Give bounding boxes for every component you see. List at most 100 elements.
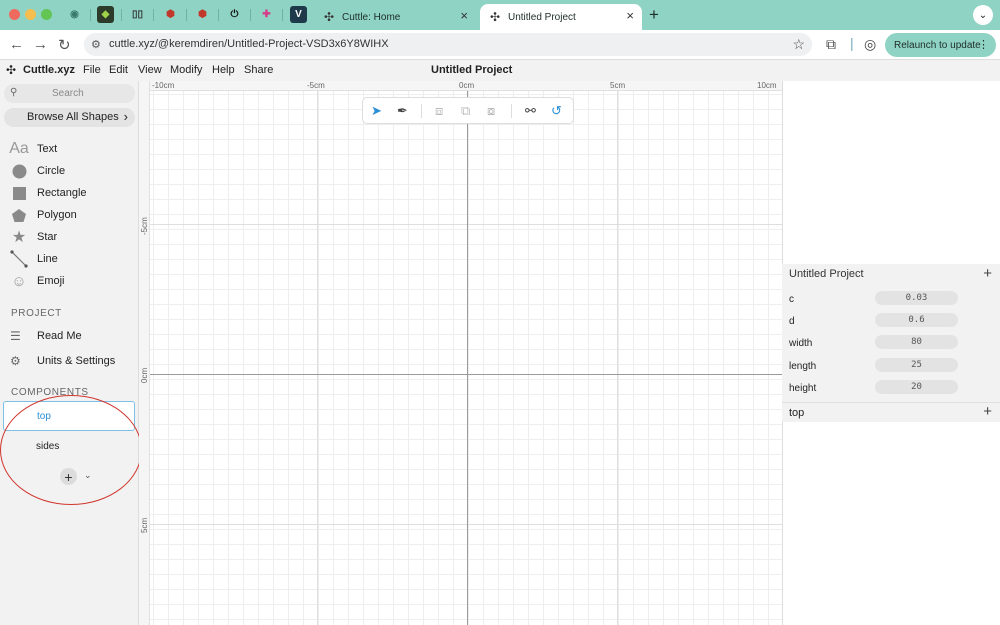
grid-major-line (139, 224, 782, 225)
shape-item-rectangle[interactable]: Rectangle (9, 184, 137, 204)
annotation-ellipse (0, 395, 142, 505)
select-arrow-icon[interactable]: ➤ (371, 103, 382, 119)
cuttle-logo-icon: ✣ (324, 10, 335, 24)
cuttle-logo-icon: ✣ (490, 10, 501, 24)
shape-search-input[interactable]: ⚲ Search (4, 84, 135, 103)
forward-arrow-icon[interactable]: → (33, 36, 48, 53)
param-value-field[interactable]: 0.6 (875, 313, 958, 327)
menu-file[interactable]: File (83, 64, 101, 76)
shape-item-circle[interactable]: Circle (9, 162, 137, 182)
pinned-tab-eye-icon[interactable]: ◉ (66, 6, 83, 23)
parameters-heading: Untitled Project (789, 268, 864, 280)
parameters-panel: Untitled Project + c 0.03 d 0.6 width 80… (782, 264, 1000, 405)
param-row-width: width 80 (789, 335, 994, 355)
shape-item-line[interactable]: Line (9, 250, 137, 270)
param-value-field[interactable]: 25 (875, 358, 958, 372)
ruler-x-label: 10cm (757, 81, 777, 90)
polygon-icon (9, 206, 29, 224)
pinned-tab-power-icon[interactable]: ⏻ (226, 6, 243, 23)
pinned-tab-cube-icon[interactable]: ◆ (97, 6, 114, 23)
tab-cuttle-home[interactable]: ✣ Cuttle: Home × (314, 4, 476, 30)
browse-all-shapes-button[interactable]: Browse All Shapes › (4, 108, 135, 127)
close-window-button[interactable] (9, 9, 20, 20)
back-arrow-icon[interactable]: ← (9, 36, 24, 53)
pinned-tab-dice-icon[interactable]: ⬢ (194, 6, 211, 23)
link-modifier-icon[interactable]: ⚯ (525, 103, 536, 119)
document-title[interactable]: Untitled Project (431, 64, 512, 76)
shape-item-star[interactable]: ★ Star (9, 228, 137, 248)
project-item-units-settings[interactable]: ⚙ Units & Settings (9, 352, 137, 372)
rectangle-icon (9, 184, 29, 202)
browser-menu-icon[interactable]: ⋮ (978, 38, 989, 51)
param-value-field[interactable]: 80 (875, 335, 958, 349)
bookmark-star-icon[interactable]: ☆ (792, 36, 805, 53)
new-tab-button[interactable]: + (649, 5, 659, 25)
design-canvas[interactable] (139, 81, 782, 625)
pen-tool-icon[interactable]: ✒ (397, 103, 408, 119)
project-item-read-me[interactable]: ☰ Read Me (9, 327, 137, 347)
grid-major-line (139, 524, 782, 525)
y-axis-line (467, 81, 468, 625)
tab-untitled-project[interactable]: ✣ Untitled Project × (480, 4, 642, 30)
line-icon (9, 250, 29, 268)
boolean-intersect-icon[interactable]: ⧇ (487, 103, 495, 119)
left-ruler: -5cm 0cm 5cm (139, 81, 150, 625)
ruler-x-label: -10cm (152, 81, 175, 90)
grid-major-line (317, 81, 318, 625)
circle-icon (9, 162, 29, 180)
app-name[interactable]: Cuttle.xyz (23, 64, 75, 76)
readme-icon: ☰ (10, 329, 21, 343)
tab-separator (186, 9, 187, 21)
shape-item-emoji[interactable]: ☺ Emoji (9, 272, 137, 292)
shape-item-polygon[interactable]: Polygon (9, 206, 137, 226)
shape-label: Text (37, 143, 58, 155)
close-tab-icon[interactable]: × (460, 8, 468, 23)
browser-tab-strip: ◉ ◆ ▯▯ ⬢ ⬢ ⏻ ✚ V ✣ Cuttle: Home × ✣ Unti… (0, 0, 1000, 30)
close-tab-icon[interactable]: × (626, 8, 634, 23)
param-name: height (789, 383, 817, 394)
site-settings-icon[interactable]: ⚙ (91, 38, 101, 51)
tab-separator (250, 9, 251, 21)
profile-icon[interactable]: ◎ (864, 36, 876, 53)
menu-view[interactable]: View (138, 64, 162, 76)
menu-share[interactable]: Share (244, 64, 273, 76)
add-parameter-button[interactable]: + (983, 265, 992, 282)
url-text[interactable]: cuttle.xyz/@keremdiren/Untitled-Project-… (109, 38, 389, 50)
ruler-y-label: 0cm (140, 367, 149, 383)
ruler-x-label: 5cm (610, 81, 626, 90)
text-icon: Aa (9, 140, 29, 157)
extensions-puzzle-icon[interactable]: ⧉ (826, 36, 836, 53)
relaunch-to-update-button[interactable]: Relaunch to update ⋮ (885, 33, 996, 57)
tab-search-chevron-icon[interactable]: ⌄ (973, 5, 993, 25)
tab-separator (121, 9, 122, 21)
relaunch-label: Relaunch to update (894, 39, 981, 51)
modifier-tool-icon[interactable]: ↺ (551, 103, 562, 119)
menu-edit[interactable]: Edit (109, 64, 128, 76)
tab-separator (153, 9, 154, 21)
menu-modify[interactable]: Modify (170, 64, 202, 76)
reload-icon[interactable]: ↻ (58, 36, 71, 54)
boolean-subtract-icon[interactable]: ⧉ (461, 103, 470, 119)
pinned-tab-book-icon[interactable]: ▯▯ (129, 6, 146, 23)
param-value-field[interactable]: 0.03 (875, 291, 958, 305)
palette-divider (421, 104, 422, 118)
pinned-tab-puzzle-icon[interactable]: ✚ (258, 6, 275, 23)
param-row-c: c 0.03 (789, 291, 994, 311)
menu-help[interactable]: Help (212, 64, 235, 76)
pinned-tab-v-icon[interactable]: V (290, 6, 307, 23)
param-name: d (789, 316, 795, 327)
address-bar[interactable]: ⚙ cuttle.xyz/@keremdiren/Untitled-Projec… (84, 33, 812, 56)
boolean-union-icon[interactable]: ⧈ (435, 103, 443, 119)
tab-separator (90, 9, 91, 21)
add-component-parameter-button[interactable]: + (983, 403, 992, 420)
minimize-window-button[interactable] (25, 9, 36, 20)
shape-label: Polygon (37, 209, 77, 221)
shape-item-text[interactable]: Aa Text (9, 140, 137, 160)
param-value-field[interactable]: 20 (875, 380, 958, 394)
param-name: length (789, 361, 817, 372)
canvas-tool-palette: ➤ ✒ ⧈ ⧉ ⧇ ⚯ ↺ (362, 97, 574, 124)
maximize-window-button[interactable] (41, 9, 52, 20)
tab-separator (282, 9, 283, 21)
pinned-tab-dice-icon[interactable]: ⬢ (162, 6, 179, 23)
tab-separator (218, 9, 219, 21)
